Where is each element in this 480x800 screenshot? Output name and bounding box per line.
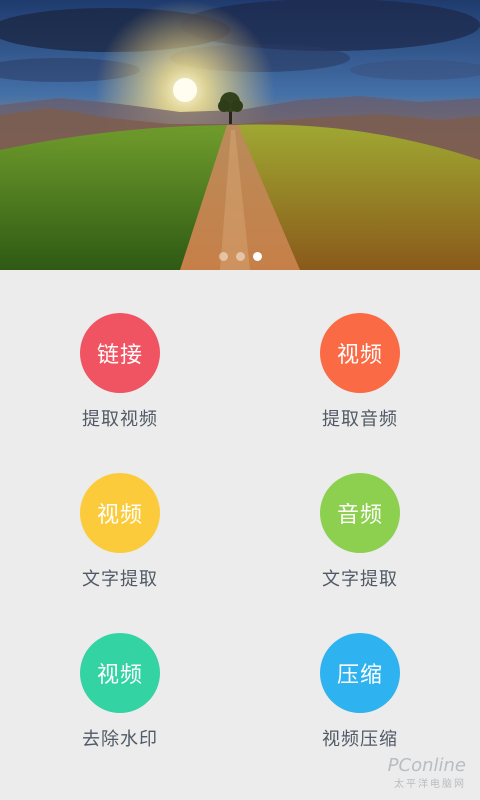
- tile-label: 视频压缩: [322, 729, 398, 750]
- tile-link-extract-video[interactable]: 链接 提取视频: [40, 313, 200, 453]
- carousel-dot[interactable]: [218, 252, 228, 261]
- carousel-indicator: [0, 252, 480, 261]
- tile-icon-text: 音频: [336, 503, 383, 528]
- tile-label: 去除水印: [82, 729, 158, 750]
- banner-carousel[interactable]: [0, 0, 480, 270]
- tile-icon-text: 压缩: [336, 663, 383, 688]
- link-circle-icon[interactable]: 链接: [80, 313, 160, 393]
- tile-icon-text: 视频: [96, 503, 143, 528]
- audio-circle-icon[interactable]: 音频: [320, 473, 400, 553]
- tile-icon-text: 视频: [96, 663, 143, 688]
- tile-icon-text: 视频: [336, 343, 383, 368]
- tile-extract-audio[interactable]: 视频 提取音频: [280, 313, 440, 453]
- tile-label: 提取视频: [82, 409, 158, 430]
- compress-circle-icon[interactable]: 压缩: [320, 633, 400, 713]
- video-circle-icon[interactable]: 视频: [80, 633, 160, 713]
- watermark-subtitle: 太平洋电脑网: [394, 779, 466, 790]
- tile-remove-watermark[interactable]: 视频 去除水印: [40, 633, 200, 773]
- banner-image: [0, 0, 480, 270]
- tile-audio-to-text[interactable]: 音频 文字提取: [280, 473, 440, 613]
- tile-compress-video[interactable]: 压缩 视频压缩: [280, 633, 440, 773]
- carousel-dot[interactable]: [235, 252, 245, 261]
- feature-grid: 链接 提取视频 视频 提取音频 视频 文字提取 音频 文字提取 视频 去除水印 …: [0, 270, 480, 800]
- tile-label: 文字提取: [82, 569, 158, 590]
- watermark: PConline 太平洋电脑网: [387, 755, 466, 791]
- tile-label: 文字提取: [322, 569, 398, 590]
- watermark-logo: PConline: [387, 755, 466, 776]
- tile-icon-text: 链接: [96, 343, 143, 368]
- video-circle-icon[interactable]: 视频: [320, 313, 400, 393]
- tile-video-to-text[interactable]: 视频 文字提取: [40, 473, 200, 613]
- carousel-dot-active[interactable]: [252, 252, 262, 261]
- tile-label: 提取音频: [322, 409, 398, 430]
- video-circle-icon[interactable]: 视频: [80, 473, 160, 553]
